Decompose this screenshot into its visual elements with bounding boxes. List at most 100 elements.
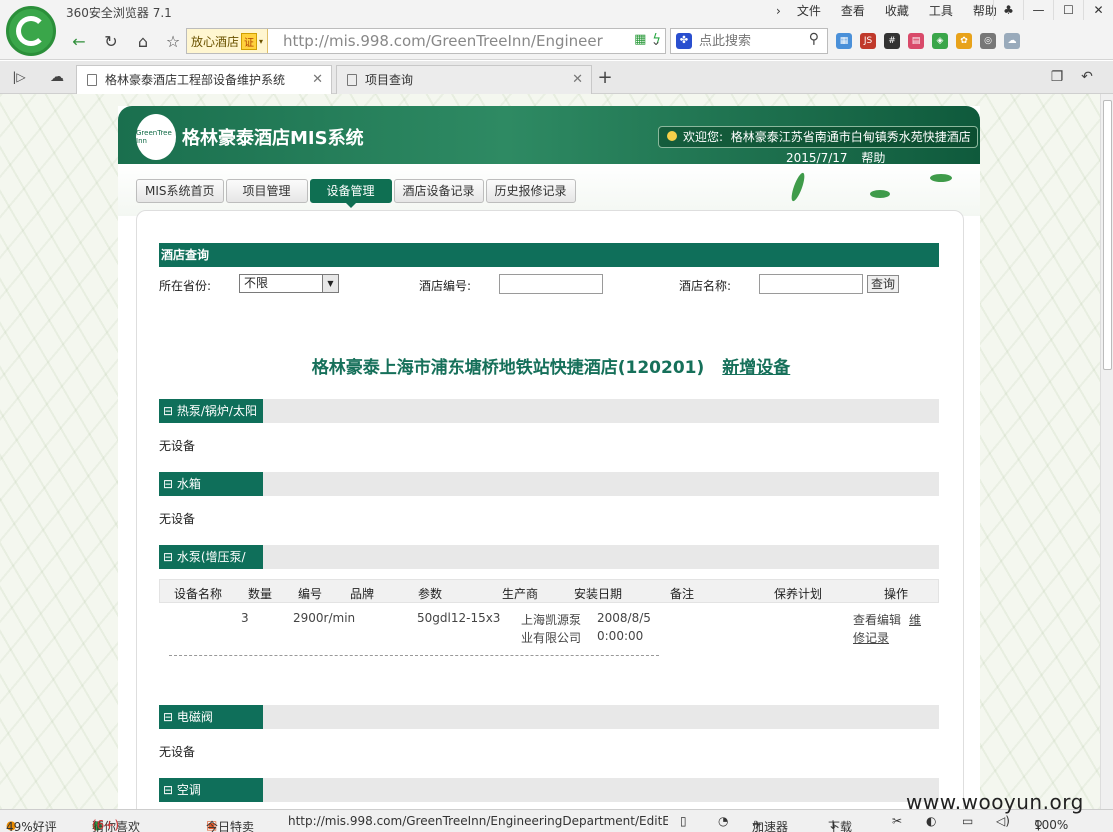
site-title: 格林豪泰酒店MIS系统 [182,128,364,149]
leaf-decoration [789,171,807,203]
cell-date-line1: 2008/8/5 [597,611,651,625]
shirt-icon[interactable]: ♣ [993,0,1023,20]
cloud-sync-icon[interactable]: ☁ [44,65,70,89]
leaf-decoration [930,174,952,182]
hotel-name: 格林豪泰上海市浦东塘桥地铁站快捷酒店(120201) [311,358,705,378]
dropdown-chevron-icon[interactable]: ⌄ [643,29,669,53]
help-link[interactable]: 帮助 [861,151,885,165]
header-param: 参数 [418,587,443,601]
query-row: 所在省份: 不限 ▼ 酒店编号: 酒店名称: 查询 [159,273,939,295]
apps-grid-icon[interactable]: ▦ [836,33,852,49]
restore-tabs-icon[interactable]: ❐ [1044,65,1070,89]
note-icon[interactable]: ▤ [908,33,924,49]
menu-mis-home[interactable]: MIS系统首页 [136,179,224,203]
chevron-down-icon[interactable]: ▼ [322,275,338,292]
game-icon[interactable]: ◎ [980,33,996,49]
equipment-table: 设备名称 数量 编号 品牌 参数 生产商 安装日期 备注 保养计划 操作 3 2… [159,579,939,656]
category-tag[interactable]: ⊟ 水箱 [159,472,263,496]
trust-badge[interactable]: 放心酒店 证 ▾ [187,29,269,53]
translate-icon[interactable]: ◐ [926,814,936,828]
menu-repair-history[interactable]: 历史报修记录 [485,179,576,203]
back-icon[interactable]: ← [66,29,92,53]
refresh-icon[interactable]: ↻ [98,29,124,53]
menu-hotel-equipment-records[interactable]: 酒店设备记录 [393,179,484,203]
hash-icon[interactable]: # [884,33,900,49]
today-sale-text: 今日特卖 [206,820,255,832]
repair-record-link-line1[interactable]: 维 [909,611,921,628]
province-select[interactable]: 不限 ▼ [239,274,339,293]
no-equipment-text: 无设备 [159,439,196,453]
new-tab-icon[interactable]: + [592,65,618,89]
main-menu: MIS系统首页 项目管理 设备管理 酒店设备记录 历史报修记录 [136,179,576,208]
download-text: 下载 [828,820,853,832]
watermark: www.wooyun.org [906,790,1084,814]
view-link[interactable]: 查看 [853,611,877,628]
app-title: 360安全浏览器 7.1 [66,6,172,20]
window-icon[interactable]: ▭ [962,814,973,828]
js-icon[interactable]: JS [860,33,876,49]
menu-project-management[interactable]: 项目管理 [225,179,308,203]
close-tab-icon[interactable]: ✕ [572,66,583,94]
hotel-name-input[interactable] [759,274,863,294]
screenshot-icon[interactable]: ✂ [892,814,902,828]
province-label: 所在省份: [159,279,212,293]
baidu-paw-icon[interactable]: ✤ [676,33,692,49]
vertical-scrollbar[interactable] [1100,94,1113,809]
search-input[interactable] [699,32,799,50]
cell-maker-line1: 上海凯源泵 [521,613,582,627]
query-button[interactable]: 查询 [867,275,900,293]
cloud-icon[interactable]: ☁ [1004,33,1020,49]
url-input[interactable] [283,31,603,51]
address-bar: 放心酒店 证 ▾ ▦ ϟ [186,28,666,54]
tab-project-query[interactable]: 项目查询 ✕ [336,65,592,94]
edit-link[interactable]: 编辑 [877,611,901,628]
no-equipment-text: 无设备 [159,745,196,759]
close-tab-icon[interactable]: ✕ [312,66,323,94]
volume-icon[interactable]: ◁) [996,814,1010,828]
menu-view[interactable]: 查看 [831,2,875,20]
maximize-button[interactable]: ☐ [1053,0,1083,20]
close-button[interactable]: ✕ [1083,0,1113,20]
undo-close-icon[interactable]: ↶ [1074,65,1100,89]
category-tag[interactable]: ⊟ 电磁阀 [159,705,263,729]
menu-favorites[interactable]: 收藏 [875,2,919,20]
category-tag[interactable]: ⊟ 水泵(增压泵/ [159,545,263,569]
menu-tools[interactable]: 工具 [919,2,963,20]
gift-icon[interactable]: ✿ [956,33,972,49]
extension-icons: ▦ JS # ▤ ◈ ✿ ◎ ☁ [836,33,1020,49]
category-tag[interactable]: ⊟ 热泵/锅炉/太阳 [159,399,263,423]
header-maintenance: 保养计划 [774,587,823,601]
home-icon[interactable]: ⌂ [130,29,156,53]
hotel-code-label: 酒店编号: [419,279,472,293]
speed-icon[interactable]: ◔ [718,814,728,828]
cell-code: 2900r/min [293,611,356,625]
sidebar-toggle-icon[interactable]: |▷ [6,65,32,89]
header-code: 编号 [298,587,323,601]
menu-file[interactable]: 文件 [787,2,831,20]
guess-count: (6+) [92,818,120,832]
table-header: 设备名称 数量 编号 品牌 参数 生产商 安装日期 备注 保养计划 操作 [159,579,939,603]
minimize-button[interactable]: — [1023,0,1053,20]
search-box: ✤ ⚲ [670,28,828,54]
cell-date-line2: 0:00:00 [597,629,644,643]
hotel-code-input[interactable] [499,274,603,294]
tab-equipment-system[interactable]: 格林豪泰酒店工程部设备维护系统 ✕ [76,65,332,94]
add-equipment-link[interactable]: 新增设备 [722,358,790,378]
document-icon [87,74,97,86]
chevron-right-icon[interactable]: › [770,2,787,20]
menu-equipment-management[interactable]: 设备管理 [309,179,392,208]
category-tag[interactable]: ⊟ 空调 [159,778,263,802]
header-remark: 备注 [670,587,695,601]
category-name: 水箱 [176,477,201,491]
mobile-icon[interactable]: ▯ [680,814,687,828]
leaf-decoration [870,190,890,198]
repair-record-link-line2[interactable]: 修记录 [853,629,889,646]
top-menu: › 文件 查看 收藏 工具 帮助 [770,2,1007,20]
trust-label: 放心酒店 [191,34,240,49]
search-icon[interactable]: ⚲ [809,31,819,47]
province-value: 不限 [244,276,269,290]
row-divider [169,655,659,656]
shield-icon[interactable]: ◈ [932,33,948,49]
scrollbar-thumb[interactable] [1103,100,1112,370]
star-icon[interactable]: ☆ [160,29,186,53]
